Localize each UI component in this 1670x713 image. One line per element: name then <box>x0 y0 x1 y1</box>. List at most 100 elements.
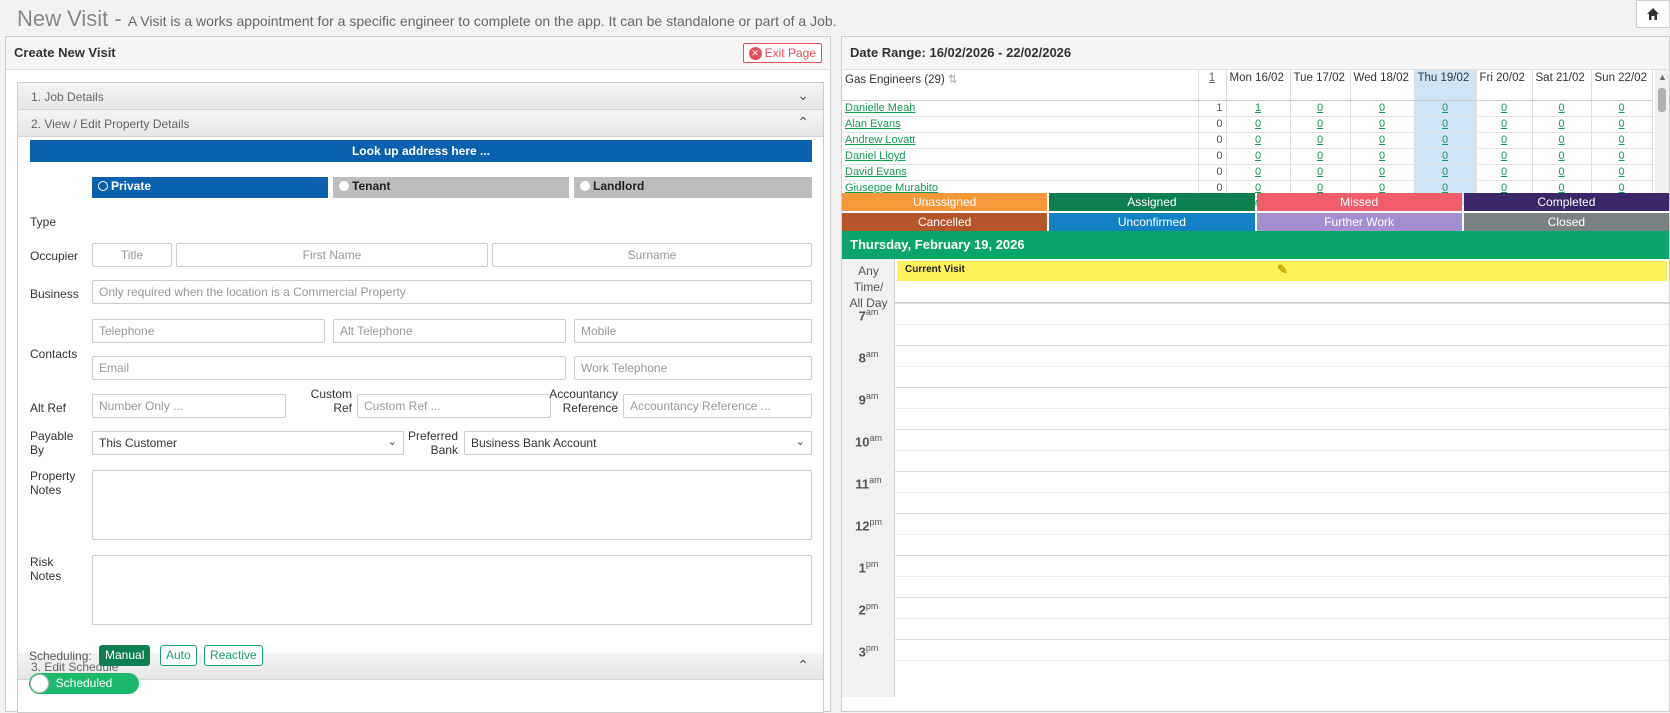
type-landlord-button[interactable]: Landlord <box>574 177 812 198</box>
day-count-link[interactable]: 0 <box>1442 134 1448 146</box>
grid-scrollbar[interactable]: ▲ ▼ <box>1655 70 1669 206</box>
scheduling-auto-button[interactable]: Auto <box>160 645 197 666</box>
day-count-link[interactable]: 0 <box>1501 118 1507 130</box>
scroll-thumb[interactable] <box>1658 88 1666 112</box>
allday-row[interactable]: Current Visit ✎ <box>895 259 1669 303</box>
day-header[interactable]: Sun 22/02 <box>1591 70 1653 101</box>
hour-slot[interactable]: 12pm <box>842 513 1669 555</box>
telephone-field[interactable]: Telephone <box>92 319 325 343</box>
scheduling-reactive-button[interactable]: Reactive <box>204 645 263 666</box>
exit-page-button[interactable]: ✕ Exit Page <box>742 43 822 63</box>
property-notes-textarea[interactable] <box>92 470 812 540</box>
day-count-link[interactable]: 0 <box>1255 166 1261 178</box>
alt-ref-field[interactable]: Number Only ... <box>92 394 286 418</box>
type-private-button[interactable]: Private <box>92 177 328 198</box>
day-count-link[interactable]: 0 <box>1379 166 1385 178</box>
alt-telephone-field[interactable]: Alt Telephone <box>333 319 566 343</box>
create-visit-panel: Create New Visit ✕ Exit Page 1. Job Deta… <box>5 36 831 713</box>
day-count-link[interactable]: 0 <box>1618 118 1624 130</box>
day-count-link[interactable]: 0 <box>1255 134 1261 146</box>
group-header[interactable]: Gas Engineers (29) ⇅ <box>842 70 1199 101</box>
day-count-link[interactable]: 0 <box>1558 102 1564 114</box>
engineer-name-link[interactable]: Danielle Meah <box>845 102 915 114</box>
day-count-link[interactable]: 0 <box>1317 150 1323 162</box>
business-label: Business <box>30 287 79 301</box>
half-hour-line <box>895 450 1669 451</box>
hour-slot[interactable]: 7am <box>842 303 1669 345</box>
day-count-link[interactable]: 0 <box>1558 134 1564 146</box>
day-count-link[interactable]: 0 <box>1255 118 1261 130</box>
engineer-name-link[interactable]: David Evans <box>845 166 907 178</box>
section-property-details[interactable]: 2. View / Edit Property Details ⌃ <box>18 110 823 137</box>
day-count-link[interactable]: 0 <box>1317 118 1323 130</box>
payable-by-select[interactable]: This Customer ⌄ <box>92 431 404 455</box>
day-header[interactable]: Wed 18/02 <box>1350 70 1415 101</box>
section-job-details[interactable]: 1. Job Details ⌄ <box>18 83 823 110</box>
day-header[interactable]: Mon 16/02 <box>1226 70 1291 101</box>
day-count-link[interactable]: 0 <box>1379 150 1385 162</box>
home-button[interactable] <box>1636 0 1670 28</box>
day-count-link[interactable]: 0 <box>1501 134 1507 146</box>
day-count-link[interactable]: 0 <box>1501 150 1507 162</box>
day-count-link[interactable]: 0 <box>1317 102 1323 114</box>
day-count-link[interactable]: 0 <box>1442 166 1448 178</box>
day-count-link[interactable]: 1 <box>1255 102 1261 114</box>
day-count-link[interactable]: 0 <box>1317 166 1323 178</box>
pencil-icon[interactable]: ✎ <box>1277 262 1288 278</box>
hour-number: 7 <box>858 308 866 324</box>
day-count-link[interactable]: 0 <box>1618 166 1624 178</box>
hour-slot[interactable]: 2pm <box>842 597 1669 639</box>
preferred-bank-select[interactable]: Business Bank Account ⌄ <box>464 431 812 455</box>
title-field[interactable]: Title <box>92 243 172 267</box>
day-count-link[interactable]: 0 <box>1442 150 1448 162</box>
day-count-link[interactable]: 0 <box>1558 118 1564 130</box>
surname-field[interactable]: Surname <box>492 243 812 267</box>
day-count-link[interactable]: 0 <box>1501 102 1507 114</box>
accountancy-ref-field[interactable]: Accountancy Reference ... <box>623 394 812 418</box>
day-header[interactable]: Tue 17/02 <box>1290 70 1351 101</box>
hour-slot[interactable]: 1pm <box>842 555 1669 597</box>
first-name-field[interactable]: First Name <box>176 243 488 267</box>
day-count-link[interactable]: 0 <box>1558 150 1564 162</box>
day-count-link[interactable]: 0 <box>1618 134 1624 146</box>
day-header[interactable]: Sat 21/02 <box>1532 70 1592 101</box>
engineer-name-link[interactable]: Andrew Lovatt <box>845 134 915 146</box>
allday-label-line1: Any Time/ <box>853 264 884 294</box>
scheduled-toggle[interactable]: Scheduled <box>29 673 139 694</box>
type-tenant-button[interactable]: Tenant <box>333 177 569 198</box>
custom-ref-field[interactable]: Custom Ref ... <box>357 394 551 418</box>
business-field[interactable]: Only required when the location is a Com… <box>92 280 812 304</box>
day-count-link[interactable]: 0 <box>1558 166 1564 178</box>
scroll-up-icon[interactable]: ▲ <box>1658 72 1667 82</box>
day-count-link[interactable]: 0 <box>1379 118 1385 130</box>
work-telephone-field[interactable]: Work Telephone <box>574 356 812 380</box>
day-count-link[interactable]: 0 <box>1379 102 1385 114</box>
engineer-name-link[interactable]: Alan Evans <box>845 118 901 130</box>
day-header[interactable]: Fri 20/02 <box>1476 70 1533 101</box>
day-count-link[interactable]: 0 <box>1618 150 1624 162</box>
day-count-link[interactable]: 0 <box>1618 102 1624 114</box>
status-legend-item: Further Work <box>1256 213 1462 231</box>
engineer-name-link[interactable]: Daniel Lloyd <box>845 150 906 162</box>
lookup-address-button[interactable]: Look up address here ... <box>30 140 812 162</box>
email-field[interactable]: Email <box>92 356 566 380</box>
current-visit-event[interactable]: Current Visit ✎ <box>897 261 1667 281</box>
day-count-link[interactable]: 0 <box>1442 102 1448 114</box>
scheduling-manual-button[interactable]: Manual <box>99 645 151 666</box>
day-header[interactable]: Thu 19/02 <box>1414 70 1477 101</box>
hour-slot[interactable]: 8am <box>842 345 1669 387</box>
day-count-link[interactable]: 0 <box>1379 134 1385 146</box>
risk-notes-textarea[interactable] <box>92 555 812 625</box>
engineer-name-cell: Alan Evans <box>842 116 1199 133</box>
hour-slot[interactable]: 10am <box>842 429 1669 471</box>
day-count-link[interactable]: 0 <box>1501 166 1507 178</box>
day-count-link[interactable]: 0 <box>1317 134 1323 146</box>
hour-slot[interactable]: 9am <box>842 387 1669 429</box>
hour-slot[interactable]: 3pm <box>842 639 1669 681</box>
day-count-link[interactable]: 0 <box>1255 150 1261 162</box>
hour-slot[interactable]: 11am <box>842 471 1669 513</box>
count-header[interactable]: 1 <box>1198 70 1227 101</box>
day-count-cell: 0 <box>1476 116 1533 133</box>
mobile-field[interactable]: Mobile <box>574 319 812 343</box>
day-count-link[interactable]: 0 <box>1442 118 1448 130</box>
